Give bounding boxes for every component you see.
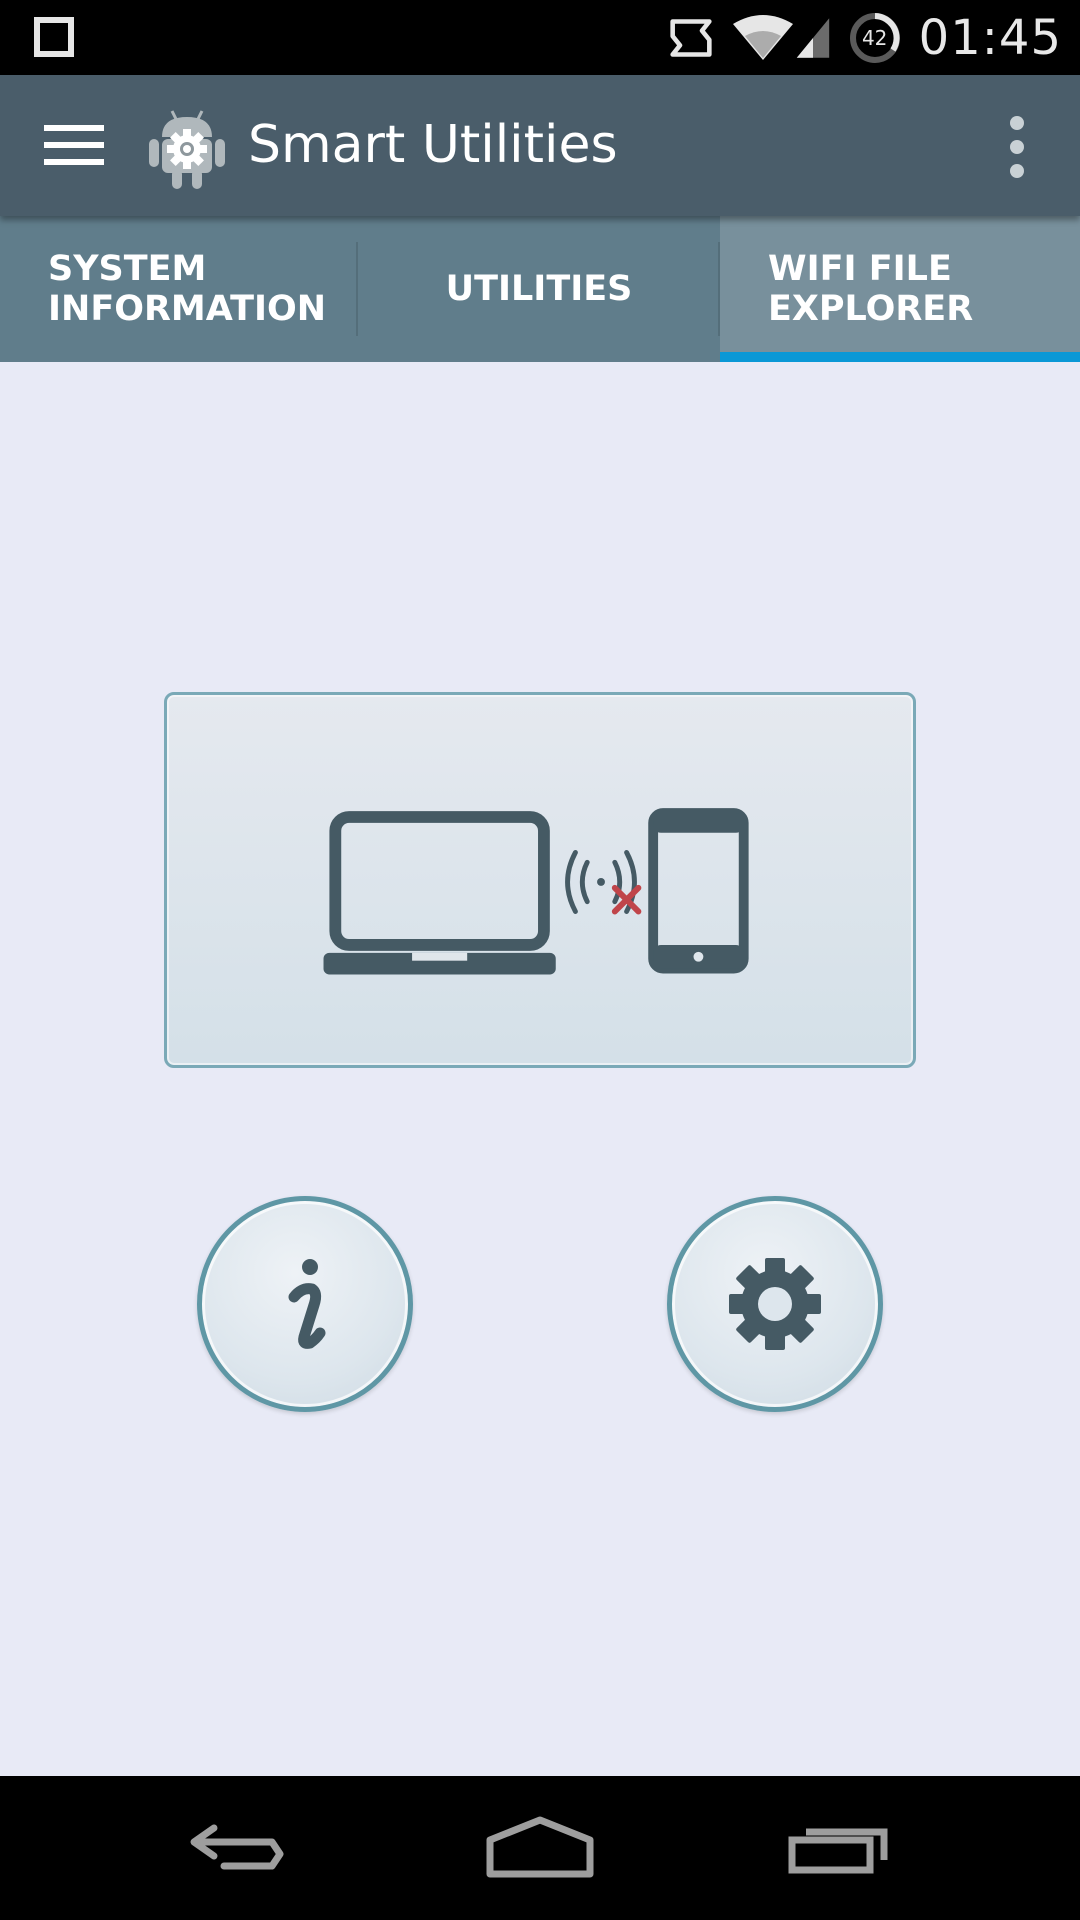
recents-icon[interactable] <box>780 1806 900 1890</box>
status-bar: 42 01:45 <box>0 0 1080 75</box>
screen: 42 01:45 Smart Utilities SYSTEM INFORMAT… <box>0 0 1080 1920</box>
connect-button[interactable] <box>164 692 916 1068</box>
wifi-file-explorer-content <box>0 362 1080 1776</box>
tab-label: UTILITIES <box>445 269 633 309</box>
status-time: 01:45 <box>918 9 1062 66</box>
wifi-icon <box>732 14 793 60</box>
menu-icon[interactable] <box>44 123 104 167</box>
status-icons: 42 01:45 <box>669 0 1062 75</box>
smartphone-icon <box>648 808 749 974</box>
info-button[interactable] <box>197 1196 413 1412</box>
back-icon[interactable] <box>180 1806 300 1890</box>
connection-illustration <box>323 808 749 975</box>
gear-icon <box>729 1258 821 1350</box>
tab-wifi-file-explorer[interactable]: WIFI FILE EXPLORER <box>720 216 1080 362</box>
tab-bar: SYSTEM INFORMATION UTILITIES WIFI FILE E… <box>0 216 1080 362</box>
cell-signal-icon <box>796 17 829 58</box>
settings-button[interactable] <box>667 1196 883 1412</box>
home-icon[interactable] <box>480 1806 600 1890</box>
battery-icon: 42 <box>849 12 901 64</box>
android-gear-logo-icon <box>149 110 225 189</box>
square-notification-icon <box>34 17 74 57</box>
sync-icon <box>670 18 712 57</box>
app-title: Smart Utilities <box>248 115 618 175</box>
laptop-icon <box>323 811 556 975</box>
tab-utilities[interactable]: UTILITIES <box>358 216 720 362</box>
battery-level-text: 42 <box>861 25 888 50</box>
navigation-bar <box>0 1776 1080 1920</box>
tab-label: SYSTEM INFORMATION <box>48 249 327 329</box>
tab-system-information[interactable]: SYSTEM INFORMATION <box>0 216 358 362</box>
app-bar: Smart Utilities <box>0 75 1080 216</box>
overflow-menu-icon[interactable] <box>1002 115 1032 179</box>
info-icon <box>288 1259 326 1349</box>
tab-label: WIFI FILE EXPLORER <box>768 249 974 329</box>
tab-selected-indicator <box>720 352 1080 362</box>
